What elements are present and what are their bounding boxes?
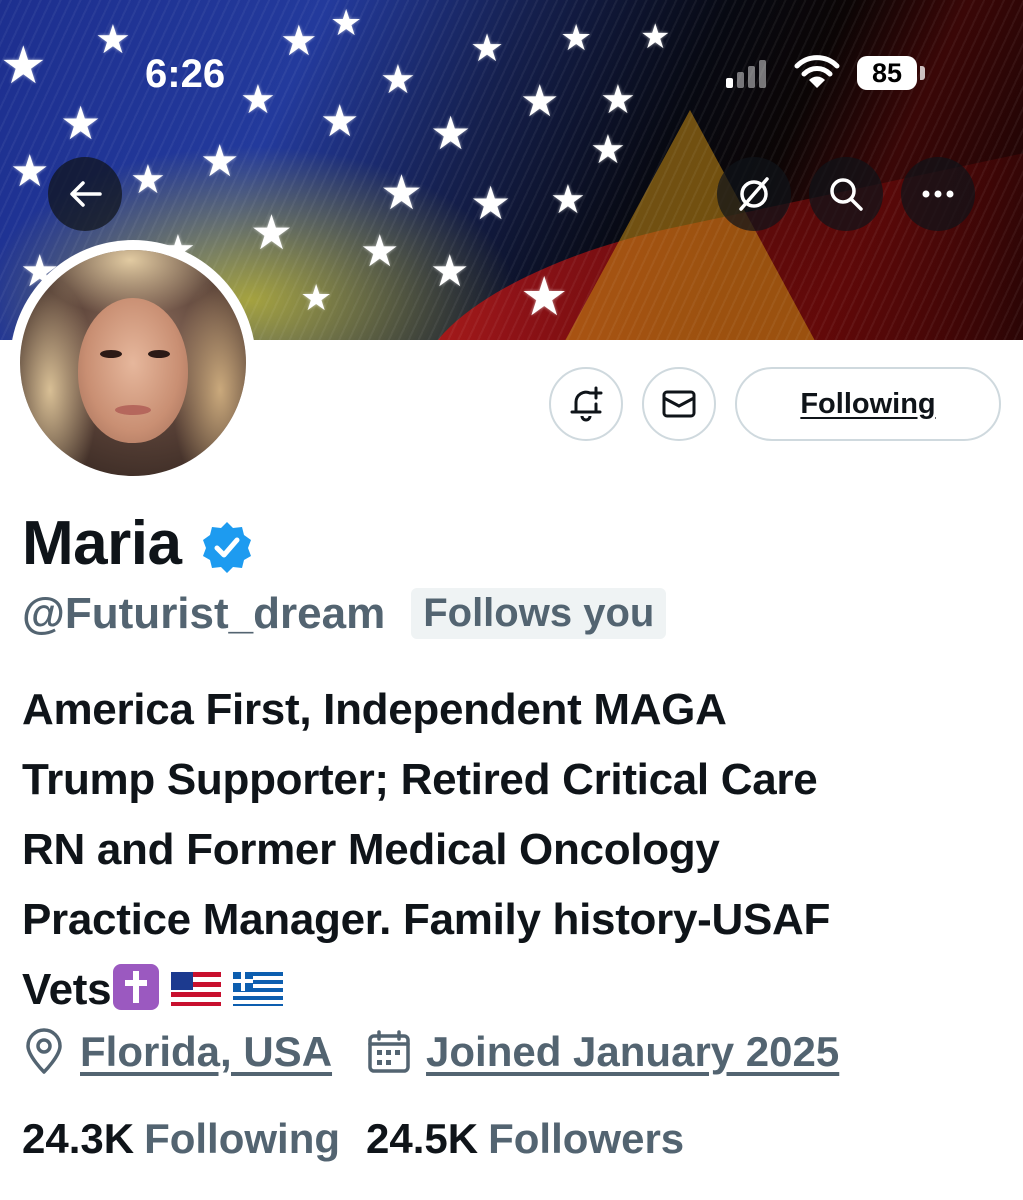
banner-star: ★ <box>600 78 636 122</box>
following-count-link[interactable]: 24.3K Following <box>22 1115 340 1163</box>
greece-flag-emoji <box>233 972 284 1006</box>
banner-star: ★ <box>360 227 400 276</box>
avatar-image <box>20 250 246 476</box>
search-icon <box>830 178 863 211</box>
battery-nub <box>920 66 925 80</box>
banner-star: ★ <box>430 247 470 296</box>
followers-count: 24.5K <box>366 1115 479 1162</box>
calendar-icon <box>368 1030 410 1073</box>
banner-star: ★ <box>520 267 569 327</box>
username-handle: @Futurist_dream <box>22 588 386 638</box>
following-count: 24.3K <box>22 1115 135 1162</box>
name-row: Maria <box>22 508 255 579</box>
search-button[interactable] <box>809 157 883 231</box>
bio-line: Practice Manager. Family history-USAF <box>22 895 831 944</box>
follow-counts: 24.3K Following 24.5K Followers <box>22 1115 684 1163</box>
followers-count-link[interactable]: 24.5K Followers <box>366 1115 684 1163</box>
location-pin-icon <box>26 1028 62 1074</box>
grok-button[interactable] <box>717 157 791 231</box>
notification-bell-plus-icon <box>570 386 603 422</box>
following-label: Following <box>144 1115 341 1162</box>
bio-line: RN and Former Medical Oncology <box>22 825 720 874</box>
back-arrow-icon <box>70 181 102 207</box>
banner-star: ★ <box>95 18 131 62</box>
follows-you-badge: Follows you <box>411 588 667 639</box>
banner-star: ★ <box>430 107 472 159</box>
status-time: 6:26 <box>145 52 226 96</box>
banner-star: ★ <box>520 77 560 126</box>
latin-cross-emoji <box>113 964 160 1010</box>
display-name: Maria <box>22 509 182 578</box>
mail-icon <box>662 390 696 418</box>
banner-star: ★ <box>320 97 360 146</box>
banner-star: ★ <box>550 178 586 222</box>
avatar[interactable] <box>10 240 256 486</box>
banner-star: ★ <box>280 17 318 64</box>
profile-page: ★ ★ ★ ★ ★ ★ ★ ★ ★ ★ ★ ★ ★ ★ ★ ★ ★ ★ ★ ★ … <box>0 0 1023 1200</box>
banner-star: ★ <box>200 137 240 186</box>
battery-icon: 85 <box>857 56 917 90</box>
banner-star: ★ <box>330 2 363 43</box>
us-flag-emoji <box>171 972 222 1006</box>
more-icon <box>922 190 954 198</box>
signal-icon <box>726 58 766 88</box>
bio: America First, Independent MAGA Trump Su… <box>22 675 1012 1025</box>
banner-star: ★ <box>380 58 416 102</box>
joined-text[interactable]: Joined January 2025 <box>426 1028 839 1076</box>
more-button[interactable] <box>901 157 975 231</box>
bio-line: Vets <box>22 965 112 1014</box>
banner-star: ★ <box>240 78 276 122</box>
grok-icon <box>739 177 769 211</box>
bio-line: America First, Independent MAGA <box>22 685 727 734</box>
profile-meta: Florida, USA Joined January 2025 <box>22 1028 839 1076</box>
location-text[interactable]: Florida, USA <box>80 1028 332 1076</box>
banner-star: ★ <box>590 128 626 172</box>
followers-label: Followers <box>488 1115 685 1162</box>
bio-line: Trump Supporter; Retired Critical Care <box>22 755 818 804</box>
banner-star: ★ <box>10 147 50 196</box>
banner-star: ★ <box>470 177 512 229</box>
wifi-icon <box>794 54 840 95</box>
banner-star: ★ <box>470 28 505 70</box>
bio-line-last: Vets <box>22 955 1012 1025</box>
following-button[interactable]: Following <box>735 367 1001 441</box>
banner-star: ★ <box>0 37 47 95</box>
banner-star: ★ <box>130 158 166 202</box>
handle-row: @Futurist_dream Follows you <box>22 588 667 639</box>
banner-star: ★ <box>300 277 333 318</box>
joined-date[interactable]: Joined January 2025 <box>366 1028 839 1076</box>
location[interactable]: Florida, USA <box>22 1028 332 1076</box>
banner-star: ★ <box>560 17 593 58</box>
back-button[interactable] <box>48 157 122 231</box>
banner-star: ★ <box>60 97 102 149</box>
message-button[interactable] <box>642 367 716 441</box>
banner-star: ★ <box>250 207 294 260</box>
verified-badge-icon[interactable] <box>199 519 255 575</box>
banner-star: ★ <box>640 18 671 56</box>
notifications-button[interactable] <box>549 367 623 441</box>
banner-star: ★ <box>380 167 424 220</box>
